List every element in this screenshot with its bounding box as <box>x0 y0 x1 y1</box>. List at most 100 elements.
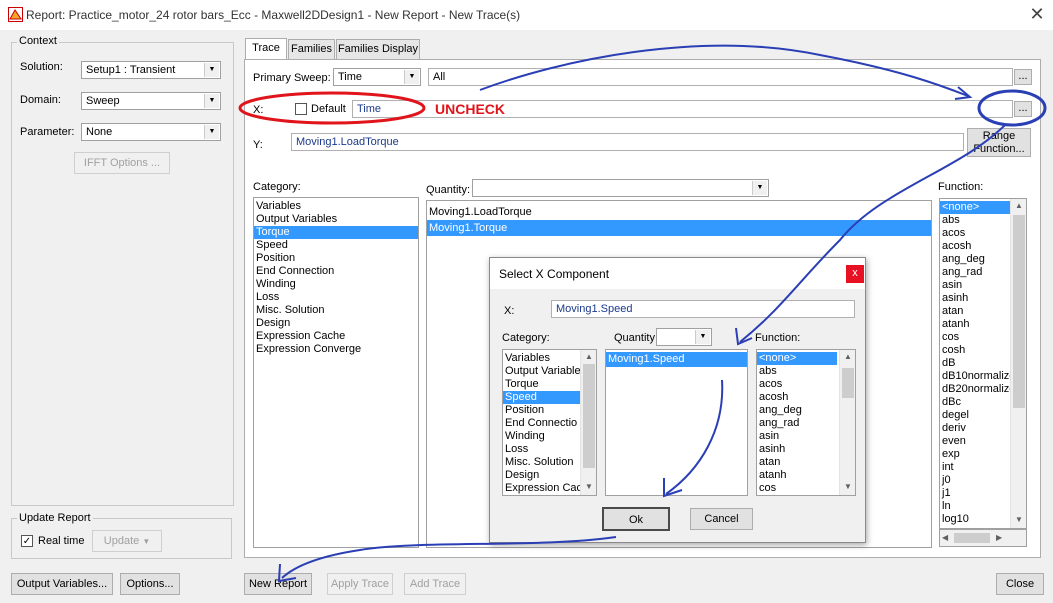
function-list-item[interactable]: dB20normalize <box>940 383 1012 396</box>
dialog-category-list[interactable]: Variables Output Variable Torque Speed Posit… <box>502 349 597 496</box>
realtime-checkbox[interactable]: ✓ <box>21 535 33 547</box>
category-list-item[interactable]: Winding <box>254 278 418 291</box>
dialog-category-item[interactable]: Expression Cac <box>503 482 581 495</box>
dialog-category-item[interactable]: Position <box>503 404 581 417</box>
dialog-function-scrollbar[interactable]: ▲ ▼ <box>839 350 855 495</box>
dialog-function-item[interactable]: acos <box>757 378 837 391</box>
category-list-item[interactable]: Speed <box>254 239 418 252</box>
function-list-item[interactable]: cosh <box>940 344 1012 357</box>
dialog-ok-button[interactable]: Ok <box>602 507 670 531</box>
scroll-thumb[interactable] <box>842 368 854 398</box>
dialog-cancel-button[interactable]: Cancel <box>690 508 753 530</box>
dialog-category-item[interactable]: End Connectio <box>503 417 581 430</box>
primary-sweep-ellipsis-button[interactable]: ... <box>1014 69 1032 85</box>
tab-families[interactable]: Families <box>288 39 335 59</box>
range-function-button[interactable]: Range Function... <box>967 128 1031 157</box>
function-list-item[interactable]: atan <box>940 305 1012 318</box>
function-hscrollbar[interactable]: ◀ ▶ <box>939 529 1027 547</box>
x-default-checkbox[interactable] <box>295 103 307 115</box>
category-list-item[interactable]: Output Variables <box>254 213 418 226</box>
scroll-right-icon[interactable]: ▶ <box>996 533 1002 542</box>
function-list-item[interactable]: j1 <box>940 487 1012 500</box>
dialog-category-item[interactable]: Winding <box>503 430 581 443</box>
apply-trace-button[interactable]: Apply Trace <box>327 573 393 595</box>
function-list-item[interactable]: acos <box>940 227 1012 240</box>
quantity-filter-select[interactable]: ▼ <box>472 179 769 197</box>
function-list-item[interactable]: acosh <box>940 240 1012 253</box>
function-list-item[interactable]: asinh <box>940 292 1012 305</box>
scroll-up-icon[interactable]: ▲ <box>581 352 596 361</box>
function-list-item[interactable]: log10 <box>940 513 1012 526</box>
function-list-item[interactable]: cos <box>940 331 1012 344</box>
scroll-thumb[interactable] <box>1013 215 1025 408</box>
category-list-item[interactable]: End Connection <box>254 265 418 278</box>
function-list[interactable]: <none> abs acos acosh ang_deg ang_rad asin asin… <box>939 198 1027 529</box>
function-list-item[interactable]: ang_deg <box>940 253 1012 266</box>
scroll-down-icon[interactable]: ▼ <box>840 482 855 491</box>
scroll-left-icon[interactable]: ◀ <box>942 533 948 542</box>
category-list-item[interactable]: Variables <box>254 200 418 213</box>
new-report-button[interactable]: New Report <box>244 573 312 595</box>
category-list-item[interactable]: Expression Cache <box>254 330 418 343</box>
category-list-item[interactable]: Expression Converge <box>254 343 418 356</box>
dialog-function-item[interactable]: asinh <box>757 443 837 456</box>
category-list-item[interactable]: Position <box>254 252 418 265</box>
dialog-category-item[interactable]: Variables <box>503 352 581 365</box>
dialog-category-item[interactable]: Misc. Solution <box>503 456 581 469</box>
output-variables-button[interactable]: Output Variables... <box>11 573 113 595</box>
dialog-category-scrollbar[interactable]: ▲ ▼ <box>580 350 596 495</box>
dialog-category-item[interactable]: Loss <box>503 443 581 456</box>
close-button[interactable]: Close <box>996 573 1044 595</box>
category-list[interactable]: Variables Output Variables Torque Speed Posi… <box>253 197 419 548</box>
close-window-icon[interactable]: ✕ <box>1027 3 1047 25</box>
function-list-item[interactable]: dBc <box>940 396 1012 409</box>
dialog-category-item[interactable]: Torque <box>503 378 581 391</box>
function-list-item[interactable]: deriv <box>940 422 1012 435</box>
dialog-function-item[interactable]: cos <box>757 482 837 495</box>
domain-select[interactable]: Sweep ▼ <box>81 92 221 110</box>
category-list-item[interactable]: Loss <box>254 291 418 304</box>
dialog-function-list[interactable]: <none> abs acos acosh ang_deg ang_rad asin asin… <box>756 349 856 496</box>
dialog-function-item[interactable]: ang_deg <box>757 404 837 417</box>
function-list-item[interactable]: j0 <box>940 474 1012 487</box>
dialog-close-button[interactable]: x <box>846 265 864 283</box>
category-list-item[interactable]: Misc. Solution <box>254 304 418 317</box>
function-list-item[interactable]: abs <box>940 214 1012 227</box>
function-list-item[interactable]: int <box>940 461 1012 474</box>
dialog-function-item[interactable]: atan <box>757 456 837 469</box>
scroll-up-icon[interactable]: ▲ <box>1011 201 1026 210</box>
category-list-item[interactable]: Torque <box>254 226 418 239</box>
parameter-select[interactable]: None ▼ <box>81 123 221 141</box>
ifft-options-button[interactable]: IFFT Options ... <box>74 152 170 174</box>
x-ellipsis-button[interactable]: ... <box>1014 101 1032 117</box>
function-list-item[interactable]: ang_rad <box>940 266 1012 279</box>
tab-families-display[interactable]: Families Display <box>336 39 420 59</box>
function-list-item[interactable]: degel <box>940 409 1012 422</box>
primary-sweep-range-field[interactable]: All <box>428 68 1013 86</box>
function-list-item[interactable]: dB10normalize <box>940 370 1012 383</box>
quantity-list-item[interactable]: Moving1.Torque <box>427 220 931 236</box>
dialog-quantity-list[interactable]: Moving1.Speed <box>605 349 748 496</box>
solution-select[interactable]: Setup1 : Transient ▼ <box>81 61 221 79</box>
function-list-item[interactable]: asin <box>940 279 1012 292</box>
update-button[interactable]: Update ▼ <box>92 530 162 552</box>
dialog-x-field[interactable]: Moving1.Speed <box>551 300 855 318</box>
scroll-up-icon[interactable]: ▲ <box>840 352 855 361</box>
add-trace-button[interactable]: Add Trace <box>404 573 466 595</box>
dialog-category-item[interactable]: Output Variable <box>503 365 581 378</box>
dialog-function-item[interactable]: abs <box>757 365 837 378</box>
dialog-function-item[interactable]: acosh <box>757 391 837 404</box>
dialog-category-item[interactable]: Speed <box>503 391 581 404</box>
dialog-function-item[interactable]: <none> <box>757 352 837 365</box>
scroll-down-icon[interactable]: ▼ <box>581 482 596 491</box>
quantity-list-item[interactable]: Moving1.LoadTorque <box>427 204 931 220</box>
function-list-item[interactable]: ln <box>940 500 1012 513</box>
dialog-quantity-filter-select[interactable]: ▼ <box>656 328 712 346</box>
dialog-function-item[interactable]: asin <box>757 430 837 443</box>
function-list-item[interactable]: atanh <box>940 318 1012 331</box>
function-list-scrollbar[interactable]: ▲ ▼ <box>1010 199 1026 528</box>
hscroll-thumb[interactable] <box>954 533 990 543</box>
options-button[interactable]: Options... <box>120 573 180 595</box>
y-field[interactable]: Moving1.LoadTorque <box>291 133 964 151</box>
function-list-item[interactable]: exp <box>940 448 1012 461</box>
